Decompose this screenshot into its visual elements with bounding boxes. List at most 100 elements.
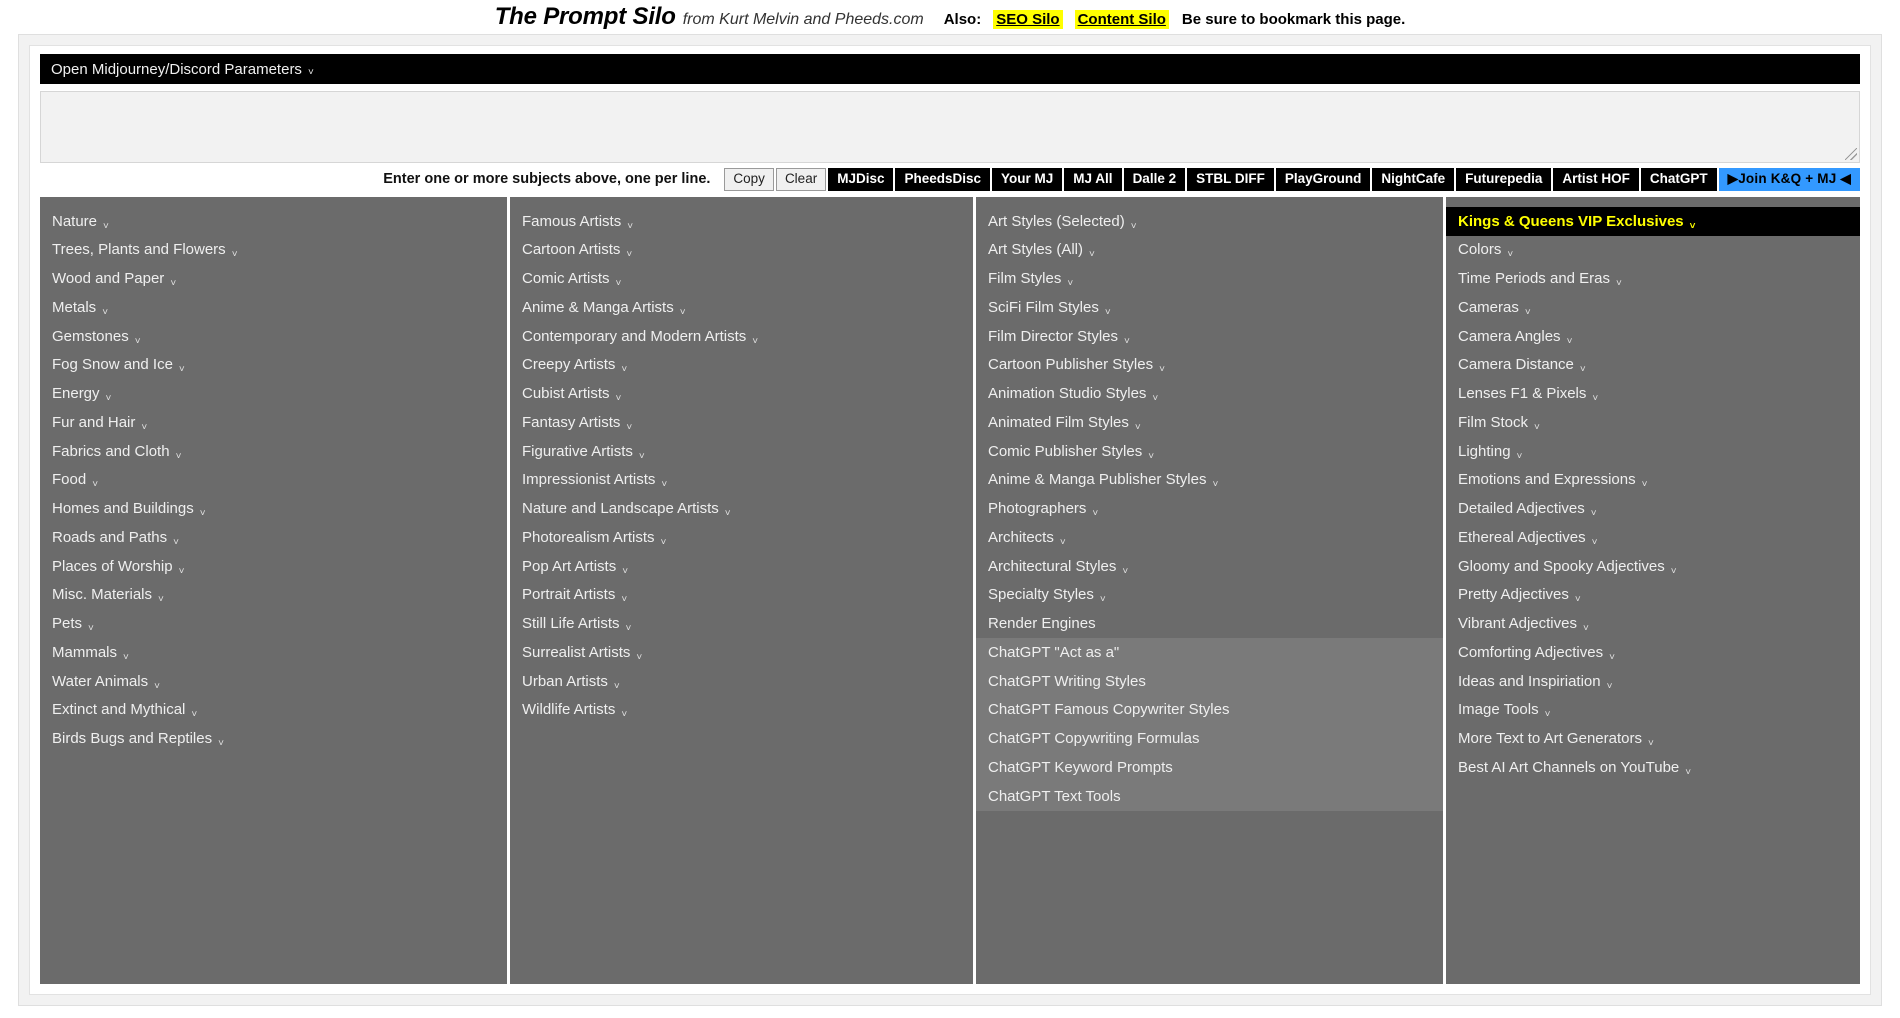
category-item[interactable]: ChatGPT Text Tools: [976, 782, 1443, 811]
category-item[interactable]: Comic Publisher Styles ˅: [976, 437, 1443, 466]
category-item[interactable]: Energy ˅: [40, 380, 507, 409]
category-item[interactable]: Portrait Artists ˅: [510, 581, 973, 610]
category-item[interactable]: Vibrant Adjectives ˅: [1446, 610, 1860, 639]
category-item[interactable]: ChatGPT Keyword Prompts: [976, 753, 1443, 782]
category-item[interactable]: ChatGPT "Act as a": [976, 638, 1443, 667]
category-item[interactable]: Kings & Queens VIP Exclusives ˅: [1446, 207, 1860, 236]
category-item[interactable]: Homes and Buildings ˅: [40, 495, 507, 524]
seo-silo-link[interactable]: SEO Silo: [993, 10, 1063, 29]
category-item[interactable]: Art Styles (All) ˅: [976, 236, 1443, 265]
category-item[interactable]: ChatGPT Writing Styles: [976, 667, 1443, 696]
category-item[interactable]: Comforting Adjectives ˅: [1446, 638, 1860, 667]
category-item[interactable]: Trees, Plants and Flowers ˅: [40, 236, 507, 265]
category-item[interactable]: Still Life Artists ˅: [510, 610, 973, 639]
category-item[interactable]: Emotions and Expressions ˅: [1446, 466, 1860, 495]
category-item[interactable]: Camera Angles ˅: [1446, 322, 1860, 351]
category-item[interactable]: Pets ˅: [40, 610, 507, 639]
category-item[interactable]: SciFi Film Styles ˅: [976, 293, 1443, 322]
your-mj-button[interactable]: Your MJ: [992, 167, 1063, 191]
category-item[interactable]: Render Engines: [976, 610, 1443, 639]
category-item[interactable]: Famous Artists ˅: [510, 207, 973, 236]
subject-textarea-wrapper[interactable]: [40, 91, 1860, 163]
category-item[interactable]: Film Styles ˅: [976, 265, 1443, 294]
category-item[interactable]: Fabrics and Cloth ˅: [40, 437, 507, 466]
category-item[interactable]: Extinct and Mythical ˅: [40, 696, 507, 725]
chatgpt-button[interactable]: ChatGPT: [1640, 167, 1717, 191]
category-item[interactable]: Metals ˅: [40, 293, 507, 322]
category-item[interactable]: Fog Snow and Ice ˅: [40, 351, 507, 380]
category-item[interactable]: Anime & Manga Publisher Styles ˅: [976, 466, 1443, 495]
category-item[interactable]: Pop Art Artists ˅: [510, 552, 973, 581]
category-item[interactable]: Cubist Artists ˅: [510, 380, 973, 409]
futurepedia-button[interactable]: Futurepedia: [1456, 167, 1552, 191]
stbl-diff-button[interactable]: STBL DIFF: [1187, 167, 1274, 191]
category-item[interactable]: Detailed Adjectives ˅: [1446, 495, 1860, 524]
category-item[interactable]: Architectural Styles ˅: [976, 552, 1443, 581]
category-item[interactable]: Ideas and Inspiriation ˅: [1446, 667, 1860, 696]
category-item-label: Photographers: [988, 500, 1087, 517]
category-item[interactable]: Places of Worship ˅: [40, 552, 507, 581]
category-item[interactable]: Surrealist Artists ˅: [510, 638, 973, 667]
category-item[interactable]: Anime & Manga Artists ˅: [510, 293, 973, 322]
clear-button[interactable]: Clear: [775, 167, 827, 191]
category-item[interactable]: Colors ˅: [1446, 236, 1860, 265]
category-item[interactable]: Cameras ˅: [1446, 293, 1860, 322]
category-item[interactable]: Roads and Paths ˅: [40, 523, 507, 552]
category-item[interactable]: Wildlife Artists ˅: [510, 696, 973, 725]
category-item[interactable]: Lighting ˅: [1446, 437, 1860, 466]
category-item[interactable]: Fantasy Artists ˅: [510, 408, 973, 437]
category-item[interactable]: ChatGPT Copywriting Formulas: [976, 724, 1443, 754]
category-item[interactable]: Animation Studio Styles ˅: [976, 380, 1443, 409]
category-item[interactable]: Water Animals ˅: [40, 667, 507, 696]
category-item[interactable]: Photographers ˅: [976, 495, 1443, 524]
category-item[interactable]: ChatGPT Famous Copywriter Styles: [976, 695, 1443, 725]
category-item-label: Contemporary and Modern Artists: [522, 327, 747, 345]
category-item[interactable]: Impressionist Artists ˅: [510, 466, 973, 495]
category-item[interactable]: Film Stock ˅: [1446, 408, 1860, 437]
category-item[interactable]: Creepy Artists ˅: [510, 351, 973, 380]
category-item[interactable]: Film Director Styles ˅: [976, 322, 1443, 351]
category-item[interactable]: Nature ˅: [40, 207, 507, 236]
chevron-down-icon: ˅: [199, 508, 206, 519]
category-item[interactable]: Animated Film Styles ˅: [976, 408, 1443, 437]
category-item[interactable]: Cartoon Artists ˅: [510, 236, 973, 265]
category-item[interactable]: Nature and Landscape Artists ˅: [510, 495, 973, 524]
category-item[interactable]: Architects ˅: [976, 523, 1443, 552]
category-item[interactable]: Best AI Art Channels on YouTube ˅: [1446, 753, 1860, 782]
category-item[interactable]: Wood and Paper ˅: [40, 265, 507, 294]
category-item[interactable]: Cartoon Publisher Styles ˅: [976, 351, 1443, 380]
category-item[interactable]: Birds Bugs and Reptiles ˅: [40, 725, 507, 754]
category-item[interactable]: Comic Artists ˅: [510, 265, 973, 294]
category-item[interactable]: Pretty Adjectives ˅: [1446, 581, 1860, 610]
artist-hof-button[interactable]: Artist HOF: [1553, 167, 1639, 191]
category-item[interactable]: Mammals ˅: [40, 638, 507, 667]
category-item[interactable]: Gemstones ˅: [40, 322, 507, 351]
open-parameters-bar[interactable]: Open Midjourney/Discord Parameters ˅: [40, 54, 1860, 84]
join-kq-mj-button[interactable]: ▶Join K&Q + MJ ◀: [1718, 167, 1860, 191]
category-item[interactable]: Urban Artists ˅: [510, 667, 973, 696]
category-item[interactable]: Figurative Artists ˅: [510, 437, 973, 466]
category-item[interactable]: Specialty Styles ˅: [976, 581, 1443, 610]
category-item[interactable]: Contemporary and Modern Artists ˅: [510, 322, 973, 351]
category-item[interactable]: Food ˅: [40, 466, 507, 495]
copy-button[interactable]: Copy: [724, 167, 774, 191]
content-silo-link[interactable]: Content Silo: [1074, 10, 1169, 29]
category-item[interactable]: Photorealism Artists ˅: [510, 523, 973, 552]
category-item[interactable]: More Text to Art Generators ˅: [1446, 725, 1860, 754]
playground-button[interactable]: PlayGround: [1275, 167, 1371, 191]
mjdisc-button[interactable]: MJDisc: [828, 167, 894, 191]
subject-input[interactable]: [41, 92, 1859, 162]
category-item[interactable]: Time Periods and Eras ˅: [1446, 265, 1860, 294]
category-item[interactable]: Ethereal Adjectives ˅: [1446, 523, 1860, 552]
category-item[interactable]: Image Tools ˅: [1446, 696, 1860, 725]
dalle-2-button[interactable]: Dalle 2: [1123, 167, 1186, 191]
category-item[interactable]: Camera Distance ˅: [1446, 351, 1860, 380]
mj-all-button[interactable]: MJ All: [1064, 167, 1122, 191]
category-item[interactable]: Art Styles (Selected) ˅: [976, 207, 1443, 236]
pheedsdisc-button[interactable]: PheedsDisc: [895, 167, 991, 191]
nightcafe-button[interactable]: NightCafe: [1372, 167, 1455, 191]
category-item[interactable]: Misc. Materials ˅: [40, 581, 507, 610]
category-item[interactable]: Lenses F1 & Pixels ˅: [1446, 380, 1860, 409]
category-item[interactable]: Gloomy and Spooky Adjectives ˅: [1446, 552, 1860, 581]
category-item[interactable]: Fur and Hair ˅: [40, 408, 507, 437]
